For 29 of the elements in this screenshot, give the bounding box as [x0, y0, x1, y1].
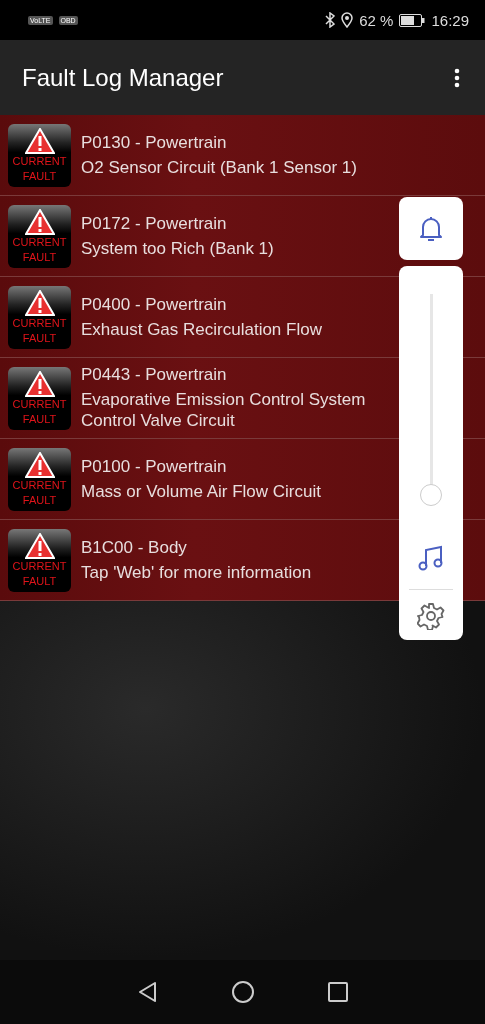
- fault-badge: CURRENT FAULT: [8, 285, 71, 349]
- location-icon: [341, 12, 354, 28]
- battery-percent: 62 %: [359, 11, 394, 29]
- app-title: Fault Log Manager: [22, 63, 225, 92]
- fault-badge: CURRENT FAULT: [8, 447, 71, 511]
- fault-description: System too Rich (Bank 1): [81, 237, 274, 259]
- fault-description: O2 Sensor Circuit (Bank 1 Sensor 1): [81, 156, 357, 178]
- battery-icon: [399, 13, 426, 27]
- fault-code: P0130 - Powertrain: [81, 132, 228, 153]
- fault-description: Tap 'Web' for more information: [81, 561, 312, 583]
- recents-button[interactable]: [325, 980, 350, 1004]
- fault-description: Mass or Volume Air Flow Circuit: [81, 480, 321, 502]
- fault-row[interactable]: CURRENT FAULT P0130 - Powertrain O2 Sensor Circuit (Bank 1 Sensor 1): [0, 115, 485, 196]
- fault-code: P0100 - Powertrain: [81, 456, 228, 477]
- settings-icon[interactable]: [417, 602, 445, 633]
- fault-badge: CURRENT FAULT: [8, 366, 71, 430]
- bluetooth-icon: [325, 12, 336, 28]
- fault-code: B1C00 - Body: [81, 537, 188, 558]
- clock-time: 16:29: [431, 11, 469, 29]
- fault-code: P0443 - Powertrain: [81, 365, 228, 385]
- fault-badge: CURRENT FAULT: [8, 123, 71, 187]
- fault-badge: CURRENT FAULT: [8, 528, 71, 592]
- fault-badge: CURRENT FAULT: [8, 204, 71, 268]
- fault-description: Evaporative Emission Control System Control Valve Circuit: [81, 389, 367, 431]
- home-button[interactable]: [230, 980, 255, 1004]
- fault-code: P0172 - Powertrain: [81, 213, 228, 234]
- fault-code: P0400 - Powertrain: [81, 294, 228, 315]
- notification-bell-icon[interactable]: [399, 197, 463, 260]
- fault-description: Exhaust Gas Recirculation Flow: [81, 318, 322, 340]
